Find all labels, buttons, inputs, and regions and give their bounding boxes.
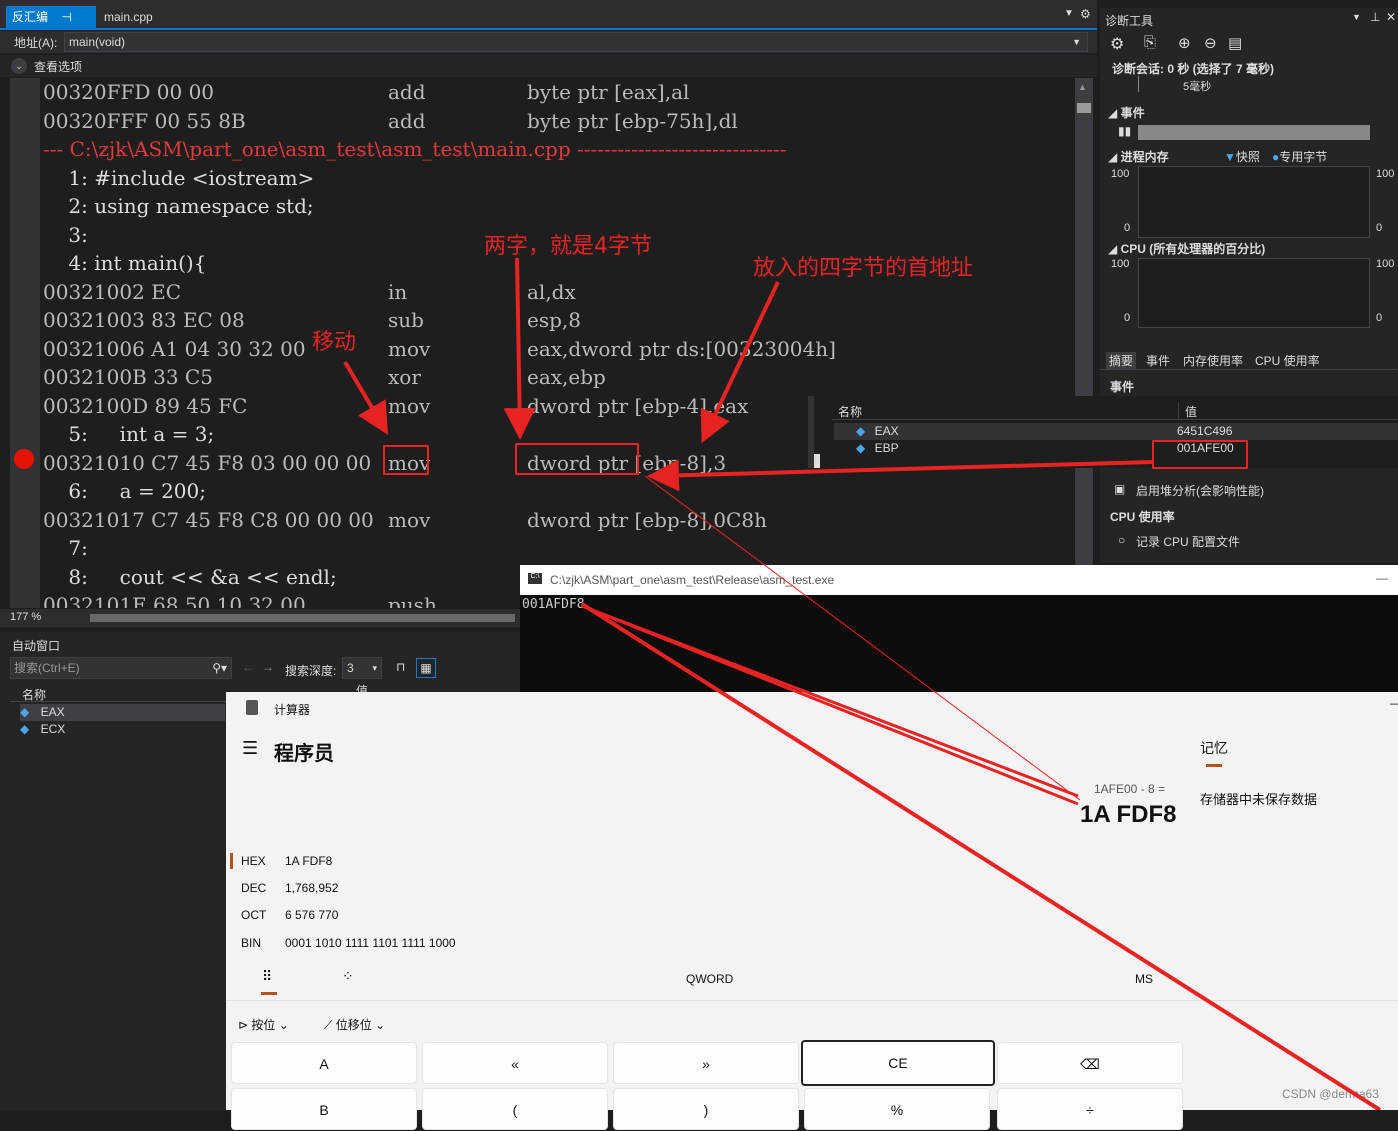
- thin-line: [644, 475, 1081, 801]
- annotation-arrows: [343, 257, 1382, 1110]
- arrow-console-down: [580, 602, 1382, 1110]
- arrow-console-to-result-2: [581, 604, 1079, 806]
- arrow-two-words: [503, 257, 536, 440]
- arrow-first-address: [700, 281, 780, 444]
- arrow-ebp: [647, 459, 1153, 492]
- arrow-move: [343, 360, 389, 435]
